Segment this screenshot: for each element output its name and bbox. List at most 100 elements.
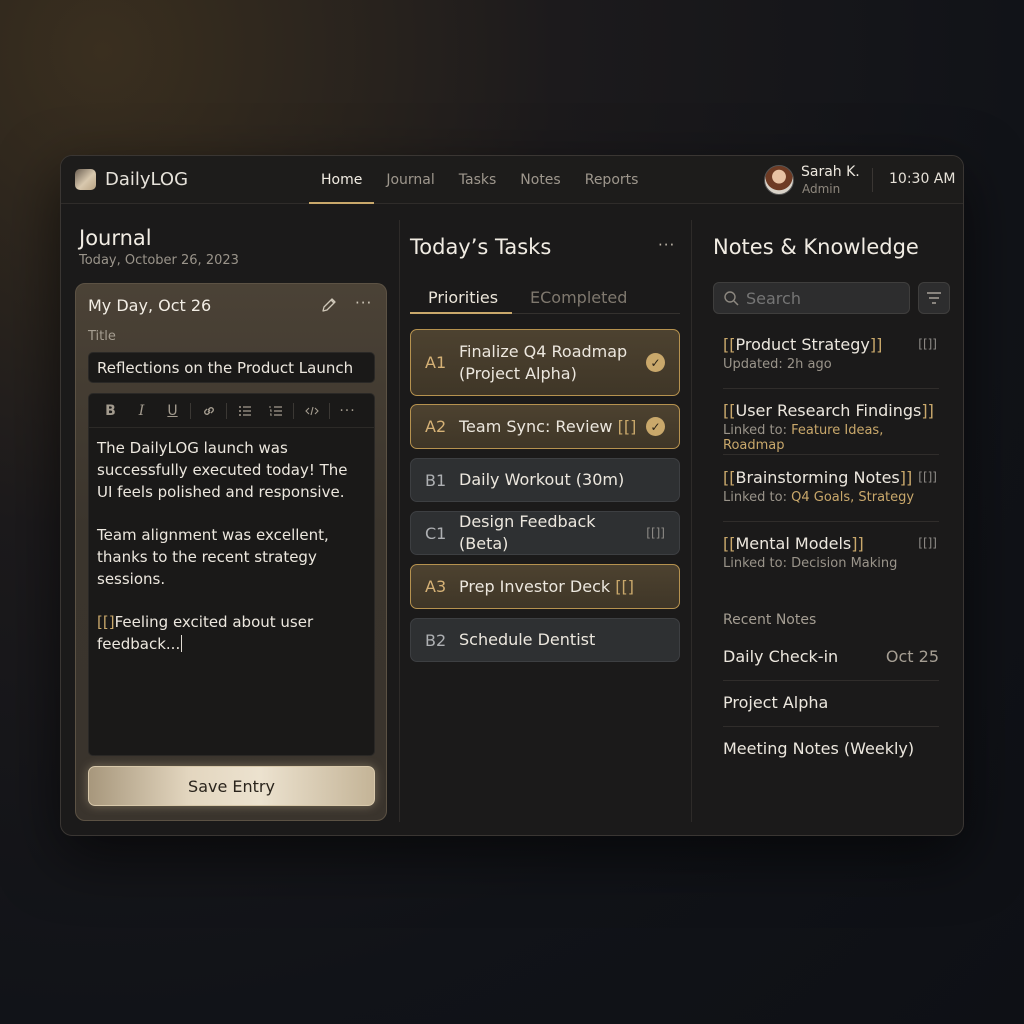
task-item[interactable]: A3 Prep Investor Deck [[] [410, 564, 680, 609]
journal-date: Today, October 26, 2023 [79, 253, 239, 268]
divider [723, 454, 939, 455]
note-meta: Linked to: Feature Ideas, Roadmap [723, 423, 884, 453]
bulleted-list-icon[interactable] [229, 394, 260, 428]
paragraph: The DailyLOG launch was successfully exe… [97, 439, 348, 501]
journal-heading: Journal [79, 226, 152, 250]
note-title: [[Product Strategy]] [723, 335, 883, 354]
note-title: [[Mental Models]] [723, 534, 864, 553]
notes-heading: Notes & Knowledge [713, 235, 919, 259]
check-icon[interactable]: ✓ [646, 353, 665, 372]
task-code: A1 [425, 353, 447, 372]
task-item[interactable]: B1 Daily Workout (30m) [410, 458, 680, 502]
entry-title-input[interactable] [88, 352, 375, 383]
task-label: Schedule Dentist [459, 630, 596, 649]
link-tag: [[]] [646, 526, 665, 540]
search-input[interactable] [746, 289, 896, 308]
task-item[interactable]: A2 Team Sync: Review [[] ✓ [410, 404, 680, 449]
check-icon[interactable]: ✓ [646, 417, 665, 436]
tasks-heading: Today’s Tasks [410, 235, 552, 259]
toolbar-separator [190, 402, 191, 419]
bold-button[interactable]: B [95, 394, 126, 428]
task-item[interactable]: C1 Design Feedback (Beta) [[]] [410, 511, 680, 555]
toolbar-separator [293, 402, 294, 419]
link-tag: [[]] [918, 536, 937, 550]
note-item[interactable]: [[Brainstorming Notes]] Linked to: Q4 Go… [723, 468, 939, 505]
recent-notes-heading: Recent Notes [723, 612, 817, 628]
note-meta: Linked to: Q4 Goals, Strategy [723, 490, 915, 505]
task-tabs: Priorities ECompleted [410, 283, 680, 314]
active-tab-indicator [410, 312, 512, 314]
paragraph: [[]Feeling excited about user feedback..… [97, 611, 366, 655]
divider [723, 521, 939, 522]
save-entry-button[interactable]: Save Entry [88, 766, 375, 806]
toolbar-separator [329, 402, 330, 419]
app-name: DailyLOG [105, 169, 189, 190]
task-code: B2 [425, 630, 447, 650]
more-icon[interactable]: ··· [658, 236, 675, 254]
user-name[interactable]: Sarah K. [801, 164, 860, 180]
pencil-icon[interactable] [320, 296, 338, 314]
note-meta: Linked to: Decision Making [723, 556, 898, 571]
app-window: DailyLOG Home Journal Tasks Notes Report… [60, 155, 964, 836]
task-label: Team Sync: Review [[] [459, 416, 637, 436]
column-divider [399, 220, 400, 822]
task-label: Prep Investor Deck [[] [459, 576, 634, 596]
more-icon[interactable]: ··· [355, 294, 372, 312]
rich-text-editor[interactable]: B I U ··· The DailyLOG launch was succes… [88, 393, 375, 756]
filter-button[interactable] [918, 282, 950, 314]
task-code: A3 [425, 577, 447, 596]
italic-button[interactable]: I [126, 394, 157, 428]
top-bar: DailyLOG Home Journal Tasks Notes Report… [61, 156, 963, 204]
text-caret [181, 635, 183, 652]
divider [723, 726, 939, 727]
task-label: Finalize Q4 Roadmap (Project Alpha) [459, 341, 628, 383]
recent-note-item[interactable]: Project Alpha [723, 693, 939, 712]
nav-notes[interactable]: Notes [508, 156, 572, 204]
task-item[interactable]: B2 Schedule Dentist [410, 618, 680, 662]
divider [723, 388, 939, 389]
tab-completed[interactable]: ECompleted [530, 288, 627, 307]
recent-note-date: Oct 25 [885, 647, 939, 666]
more-options-icon[interactable]: ··· [332, 394, 363, 428]
task-item[interactable]: A1 Finalize Q4 Roadmap (Project Alpha) ✓ [410, 329, 680, 396]
note-meta: Updated: 2h ago [723, 357, 832, 372]
task-code: B1 [425, 470, 447, 490]
tab-priorities[interactable]: Priorities [428, 288, 498, 307]
editor-toolbar: B I U ··· [89, 394, 374, 428]
task-label: Design Feedback (Beta) [459, 512, 596, 553]
paragraph-text: Feeling excited about user feedback... [97, 613, 314, 653]
note-item[interactable]: [[Product Strategy]] Updated: 2h ago [[]… [723, 335, 939, 372]
link-tag: [[]] [918, 470, 937, 484]
link-icon[interactable] [193, 394, 224, 428]
user-avatar[interactable] [764, 165, 794, 195]
toolbar-separator [226, 402, 227, 419]
nav-home[interactable]: Home [309, 156, 375, 204]
code-icon[interactable] [296, 394, 327, 428]
nav-tasks[interactable]: Tasks [447, 156, 509, 204]
note-title: [[User Research Findings]] [723, 401, 934, 420]
underline-button[interactable]: U [157, 394, 188, 428]
title-label: Title [88, 329, 116, 344]
nav-journal[interactable]: Journal [374, 156, 446, 204]
divider [872, 168, 873, 192]
user-role: Admin [802, 182, 841, 196]
note-title: [[Brainstorming Notes]] [723, 468, 913, 487]
link-tag: [[]] [918, 337, 937, 351]
task-code: A2 [425, 417, 447, 436]
logo-icon [75, 169, 96, 190]
note-item[interactable]: [[Mental Models]] Linked to: Decision Ma… [723, 534, 939, 571]
clock: 10:30 AM [889, 171, 956, 187]
main-nav: Home Journal Tasks Notes Reports [309, 156, 650, 204]
filter-icon [927, 292, 941, 304]
recent-note-item[interactable]: Meeting Notes (Weekly) [723, 739, 939, 758]
paragraph: Team alignment was excellent, thanks to … [97, 526, 329, 588]
nav-reports[interactable]: Reports [573, 156, 651, 204]
search-box[interactable] [713, 282, 910, 314]
note-item[interactable]: [[User Research Findings]] Linked to: Fe… [723, 401, 939, 453]
journal-entry-card: My Day, Oct 26 ··· Title B I U [75, 283, 387, 821]
wiki-bracket: [[] [97, 613, 115, 631]
numbered-list-icon[interactable] [260, 394, 291, 428]
recent-note-item[interactable]: Daily Check-in Oct 25 [723, 647, 939, 666]
task-label: Daily Workout (30m) [459, 470, 625, 489]
editor-content[interactable]: The DailyLOG launch was successfully exe… [89, 428, 374, 685]
